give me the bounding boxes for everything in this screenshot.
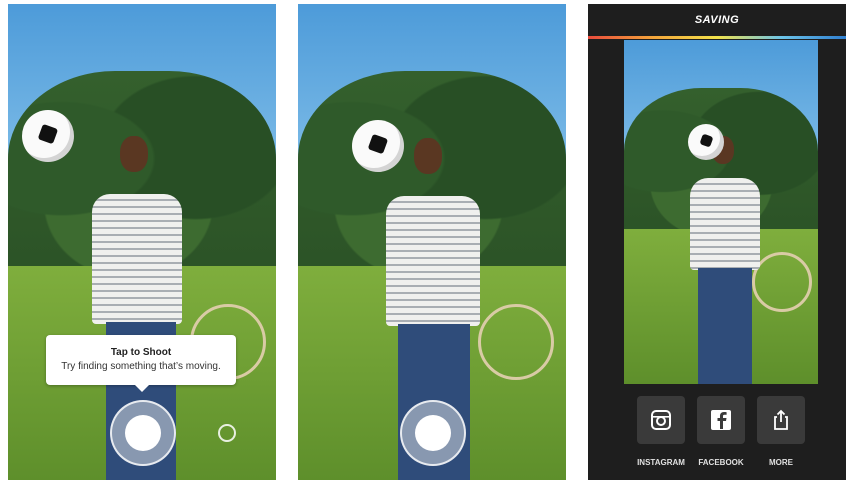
tooltip-title: Tap to Shoot [110,347,172,358]
tooltip-text: Try finding something that’s moving. [61,361,221,372]
saving-screen: SAVING INSTAGRAM FACEBOOK MORE [588,4,846,480]
shutter-inner-circle [125,415,161,451]
share-more-button[interactable]: MORE [746,396,816,467]
more-label: MORE [769,458,793,467]
share-options: INSTAGRAM FACEBOOK MORE [588,396,846,476]
person-shirt [386,196,480,326]
facebook-icon [697,396,745,444]
focus-indicator-icon [218,424,236,442]
instagram-icon [637,396,685,444]
soccer-ball [22,110,74,162]
person-shirt [92,194,182,324]
tap-to-shoot-tooltip: Tap to Shoot Try finding something that’… [46,335,236,392]
saving-progress-bar [588,36,846,39]
person-shirt [690,178,760,270]
camera-screen-2 [298,4,566,480]
header-bar: SAVING [588,4,846,36]
bicycle [478,304,554,380]
shutter-button[interactable] [400,400,466,466]
share-icon [757,396,805,444]
shutter-button[interactable] [110,400,176,466]
shutter-inner-circle [415,415,451,451]
person-head [414,138,442,174]
preview-scene [624,40,818,384]
header-title: SAVING [694,14,740,26]
camera-screen-1: Tap to Shoot Try finding something that’… [8,4,276,480]
soccer-ball [352,120,404,172]
bicycle [752,252,812,312]
person-head [120,136,148,172]
soccer-ball [688,124,724,160]
person-pants [698,268,752,384]
photo-preview [624,40,818,384]
